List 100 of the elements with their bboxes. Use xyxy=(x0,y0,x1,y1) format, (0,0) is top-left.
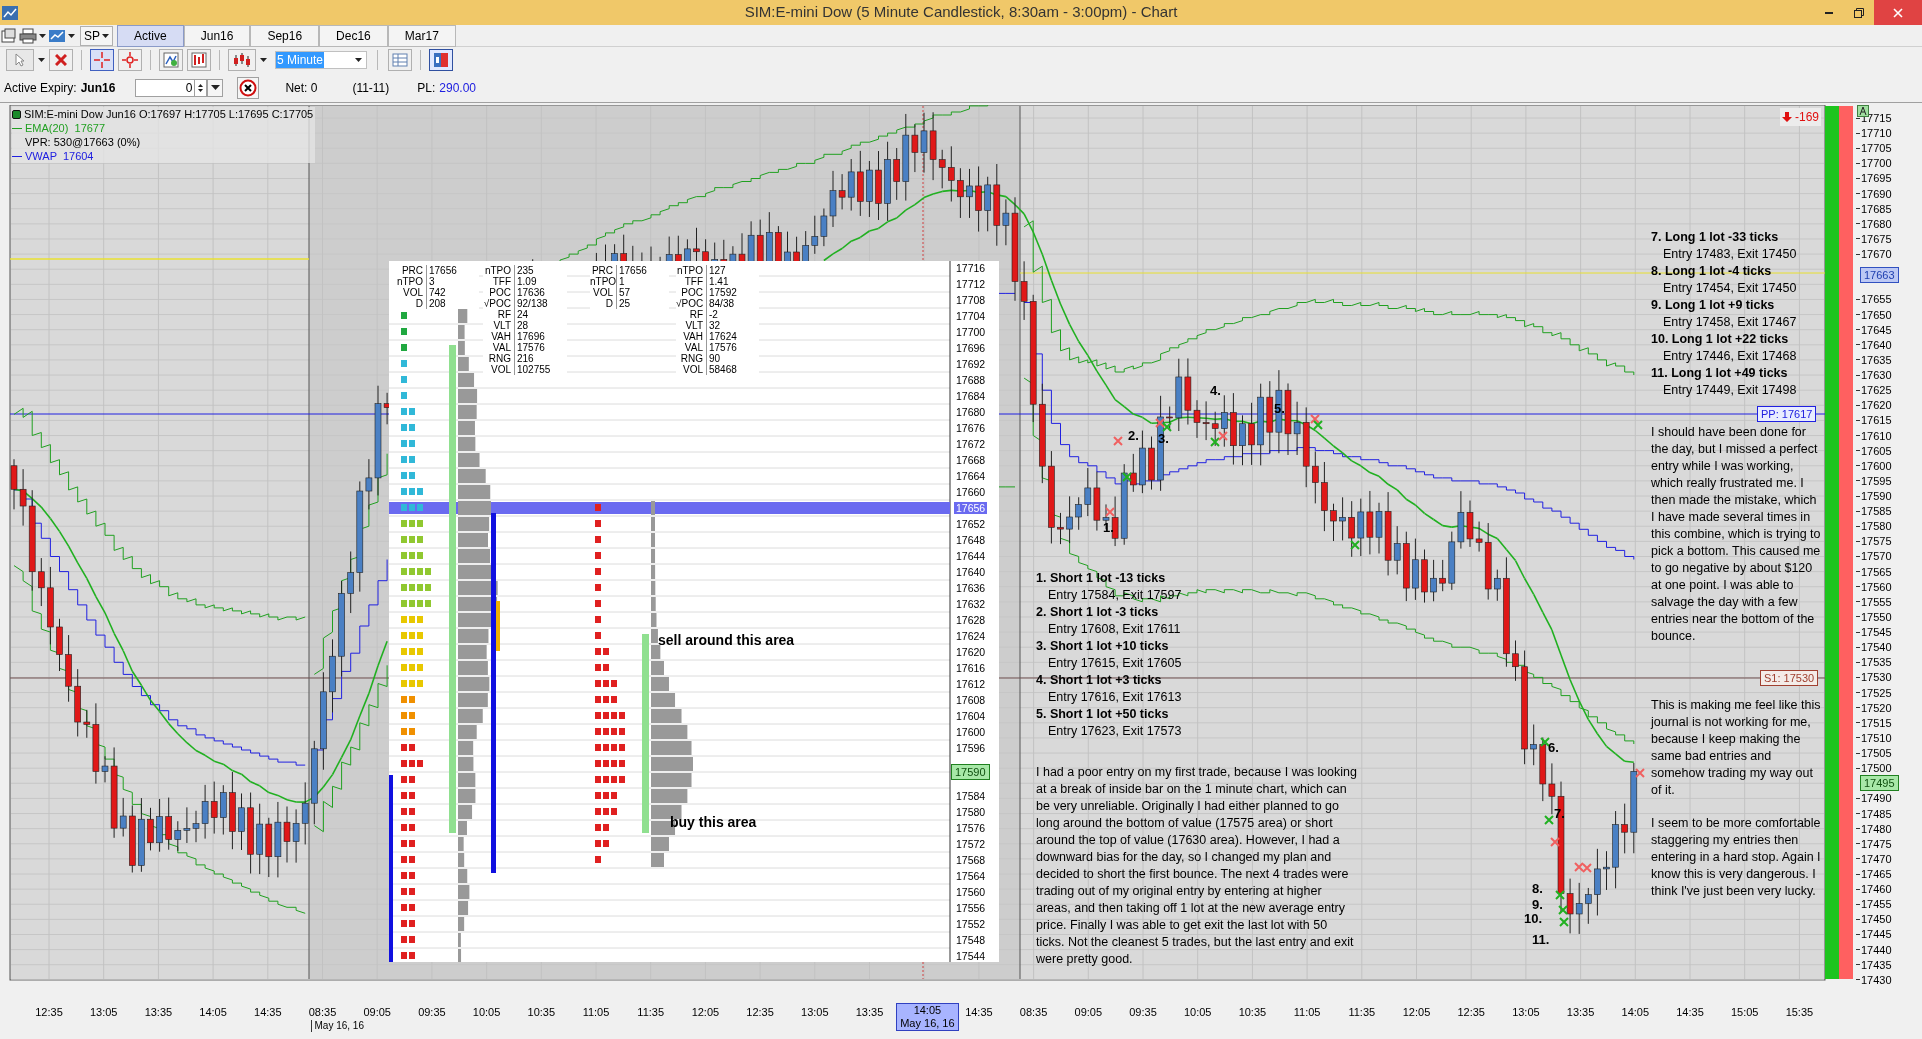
price-label: 17705 xyxy=(1861,142,1892,155)
price-label: 17625 xyxy=(1861,384,1892,397)
close-icon xyxy=(1893,7,1903,18)
trade-detail: Entry 17615, Exit 17605 xyxy=(1047,655,1183,672)
price-label: 17612 xyxy=(955,678,987,690)
time-label: 13:35 xyxy=(854,1006,885,1018)
up-arrow-icon xyxy=(198,83,204,87)
price-label: 17548 xyxy=(955,934,987,946)
time-label: 13:35 xyxy=(143,1006,174,1018)
stat-value: 28 xyxy=(516,320,530,331)
target-button[interactable] xyxy=(118,49,142,71)
price-label: 17572 xyxy=(955,838,987,850)
study-button[interactable] xyxy=(187,49,211,71)
price-label: 17700 xyxy=(955,326,987,338)
price-label: 17565 xyxy=(1861,565,1892,578)
stat-value: 17696 xyxy=(516,331,546,342)
price-marker: 17495 xyxy=(1860,775,1899,791)
caret-icon[interactable] xyxy=(260,58,267,62)
minimize-icon xyxy=(1825,11,1833,14)
note-paragraph: I seem to be more comfortable staggering my entries then entering in a hard stop. Again I know this is very dangerous. I think I've just been very lucky. xyxy=(1651,815,1822,900)
price-label: 17695 xyxy=(1861,172,1892,185)
trade-title: 10. Long 1 lot +22 ticks xyxy=(1651,331,1790,348)
price-label: 17708 xyxy=(955,294,987,306)
properties-icon[interactable] xyxy=(1,27,17,44)
crosshair-button[interactable] xyxy=(90,49,114,71)
price-label: 17520 xyxy=(1861,701,1892,714)
color-scheme-button[interactable] xyxy=(429,49,453,71)
trade-detail: Entry 17458, Exit 17467 xyxy=(1662,314,1798,331)
price-label: 17716 xyxy=(955,262,987,274)
price-marker: PP: 17617 xyxy=(1757,406,1817,422)
legend-text: VPR: 530@17663 (0%) xyxy=(25,135,141,149)
chart-type-button[interactable] xyxy=(228,49,256,71)
price-label: 17664 xyxy=(955,470,987,482)
indicator-button[interactable] xyxy=(159,49,183,71)
caret-icon[interactable] xyxy=(38,58,45,62)
chart-note: buy this area xyxy=(670,814,757,830)
price-label: 17640 xyxy=(955,566,987,578)
price-marker: S1: 17530 xyxy=(1760,670,1819,686)
cancel-button[interactable] xyxy=(237,76,260,99)
price-label: 17655 xyxy=(1861,293,1892,306)
target-icon xyxy=(122,52,138,68)
quantity-dropdown-button[interactable] xyxy=(207,78,224,97)
caret-icon xyxy=(210,85,220,90)
symbol-dropdown[interactable]: SP xyxy=(80,25,113,46)
price-label: 17480 xyxy=(1861,822,1892,835)
crosshair-icon xyxy=(94,52,110,68)
stat-label: VOL xyxy=(483,364,515,375)
trade-detail: Entry 17446, Exit 17468 xyxy=(1662,348,1798,365)
chart-icon[interactable] xyxy=(48,27,66,44)
price-label: 17510 xyxy=(1861,731,1892,744)
price-label: 17680 xyxy=(1861,217,1892,230)
price-label: 17450 xyxy=(1861,913,1892,926)
spin-buttons[interactable] xyxy=(195,78,208,97)
price-label: 17576 xyxy=(955,822,987,834)
quantity-field[interactable]: 0 xyxy=(135,78,196,97)
time-label: 10:05 xyxy=(471,1006,502,1018)
down-arrow-icon xyxy=(198,88,204,92)
price-label: 17544 xyxy=(955,950,987,962)
line-key xyxy=(12,155,22,157)
stat-value: 3 xyxy=(428,276,436,287)
price-label: 17596 xyxy=(955,742,987,754)
stat-value: 17656 xyxy=(618,265,648,276)
trade-label: 11. xyxy=(1532,932,1550,947)
stat-value: 127 xyxy=(708,265,727,276)
caret-icon[interactable] xyxy=(68,33,75,38)
price-label: 17620 xyxy=(1861,399,1892,412)
trade-detail: Entry 17454, Exit 17450 xyxy=(1662,280,1798,297)
price-label: 17500 xyxy=(1861,762,1892,775)
trade-label: 6. xyxy=(1548,740,1559,755)
print-icon[interactable] xyxy=(19,27,37,44)
price-label: 17616 xyxy=(955,662,987,674)
table-button[interactable] xyxy=(388,49,412,71)
pl-value: 290.00 xyxy=(439,79,476,97)
trade-title: 8. Long 1 lot -4 ticks xyxy=(1651,263,1773,280)
price-label: 17628 xyxy=(955,614,987,626)
price-label: 17564 xyxy=(955,870,987,882)
expiry-tab[interactable]: Sep16 xyxy=(250,24,320,47)
net-position: Net: 0 xyxy=(285,79,318,97)
cursor-time: 14:05 xyxy=(913,1004,942,1017)
price-label: 17632 xyxy=(955,598,987,610)
chart-icon xyxy=(163,52,179,68)
price-label: 17696 xyxy=(955,342,987,354)
time-label: 13:05 xyxy=(1511,1006,1541,1018)
price-label: 17445 xyxy=(1861,928,1892,941)
price-label: 17505 xyxy=(1861,747,1892,760)
table-icon xyxy=(392,52,408,68)
stat-value: 17636 xyxy=(516,287,546,298)
trade-detail: Entry 17623, Exit 17573 xyxy=(1047,723,1183,740)
time-label: 10:35 xyxy=(526,1006,557,1018)
expiry-tab[interactable]: Dec16 xyxy=(319,24,388,47)
legend-text: EMA(20) 17677 xyxy=(25,121,106,135)
time-label: 09:05 xyxy=(1073,1006,1104,1018)
delete-button[interactable] xyxy=(49,49,73,71)
caret-icon[interactable] xyxy=(39,33,46,38)
price-label: 17460 xyxy=(1861,883,1892,896)
time-label: 13:05 xyxy=(88,1006,119,1018)
caret-icon xyxy=(102,33,109,38)
price-label: 17525 xyxy=(1861,686,1892,699)
expiry-tab[interactable]: Active xyxy=(117,24,184,47)
price-label: 17644 xyxy=(955,550,987,562)
